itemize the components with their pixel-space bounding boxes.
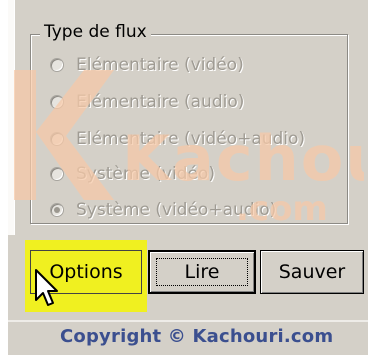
group-title: Type de flux [40,22,151,42]
radio-button[interactable] [50,167,64,181]
radio-label: Système (vidéo+audio) [76,200,277,220]
radio-button[interactable] [50,58,64,72]
radio-elementaire-video[interactable]: Elémentaire (vidéo) [50,51,244,79]
copyright-text: Copyright © Kachouri.com [60,326,334,347]
radio-button[interactable] [50,95,64,109]
radio-label: Elémentaire (vidéo) [76,55,244,75]
radio-systeme-video-audio[interactable]: Système (vidéo+audio) [50,196,276,224]
sauver-button[interactable]: Sauver [260,250,364,294]
radio-elementaire-video-audio[interactable]: Elémentaire (vidéo+audio) [50,125,305,153]
radio-button[interactable] [50,132,64,146]
footer-divider [8,320,368,322]
radio-elementaire-audio[interactable]: Elémentaire (audio) [50,88,244,116]
lire-button[interactable]: Lire [148,250,256,294]
panel-edge [8,0,15,235]
radio-label: Système (vidéo) [76,164,215,184]
radio-systeme-video[interactable]: Système (vidéo) [50,160,215,188]
radio-label: Elémentaire (vidéo+audio) [76,129,306,149]
mouse-pointer-icon [35,269,58,306]
radio-button-checked[interactable] [50,203,64,217]
radio-label: Elémentaire (audio) [76,92,245,112]
